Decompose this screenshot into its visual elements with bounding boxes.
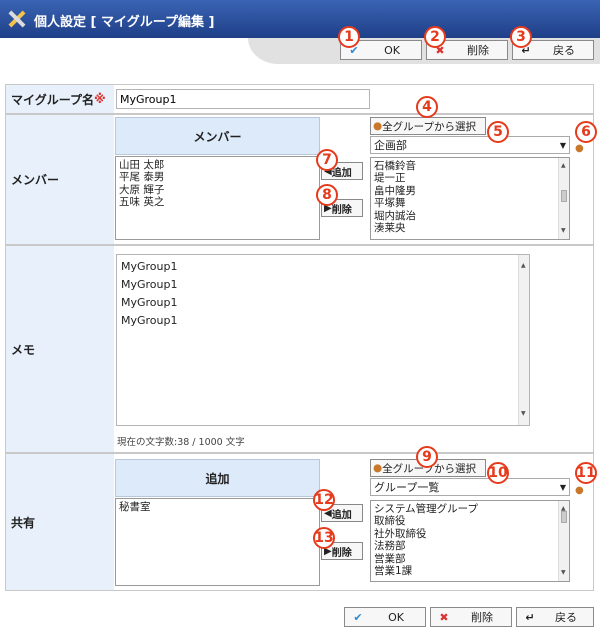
share-list-header: 追加 <box>115 459 320 497</box>
group-name-label: マイグループ名 ※ <box>6 85 114 113</box>
page-title: 個人設定 [ マイグループ編集 ] <box>34 15 215 30</box>
memo-label: メモ <box>6 246 114 452</box>
group-icon: ● <box>373 462 383 474</box>
toolbar <box>0 38 600 64</box>
member-all-groups-button[interactable]: ● 全グループから選択 <box>370 117 486 135</box>
callout-5: 5 <box>487 121 509 143</box>
callout-6: 6 <box>575 121 597 143</box>
footer-delete-button[interactable]: ✖ 削除 <box>430 607 512 627</box>
memo-row: メモ MyGroup1 MyGroup1 MyGroup1 MyGroup1 ▲… <box>5 245 594 453</box>
share-label: 共有 <box>6 454 114 590</box>
memo-line: MyGroup1 <box>121 260 178 273</box>
group-name-input[interactable] <box>116 89 370 109</box>
memo-line: MyGroup1 <box>121 296 178 309</box>
member-label: メンバー <box>6 115 114 244</box>
scrollbar[interactable]: ▲ ▼ <box>518 255 529 425</box>
callout-10: 10 <box>487 462 509 484</box>
scrollbar[interactable]: ▲ ▼ <box>558 158 569 239</box>
share-candidate-list[interactable]: システム管理グループ 取締役 社外取締役 法務部 営業部 営業1課 ▲ ▼ <box>370 500 570 582</box>
scrollbar[interactable]: ▲ ▼ <box>558 501 569 581</box>
member-group-select[interactable]: 企画部 ▼ <box>370 136 570 154</box>
chevron-down-icon: ▼ <box>559 482 566 492</box>
list-item[interactable]: 大原 輝子 <box>119 184 316 196</box>
list-item[interactable]: 石橋鈴音 <box>374 160 566 172</box>
list-item[interactable]: 湊莱央 <box>374 222 566 234</box>
list-item[interactable]: 畠中隆男 <box>374 185 566 197</box>
member-candidate-list[interactable]: 石橋鈴音 堤一正 畠中隆男 平塚舞 堀内誠治 湊莱央 ▲ ▼ <box>370 157 570 240</box>
callout-8: 8 <box>316 184 338 206</box>
list-item[interactable]: 法務部 <box>374 540 566 552</box>
callout-11: 11 <box>575 462 597 484</box>
footer-ok-button[interactable]: ✔ OK <box>344 607 426 627</box>
list-item[interactable]: 取締役 <box>374 515 566 527</box>
list-item[interactable]: 堀内誠治 <box>374 210 566 222</box>
group-icon: ● <box>373 120 383 132</box>
memo-line: MyGroup1 <box>121 314 178 327</box>
list-item[interactable]: 平尾 泰男 <box>119 171 316 183</box>
list-item[interactable]: 営業1課 <box>374 565 566 577</box>
return-arrow-icon: ↵ <box>525 610 535 624</box>
share-selected-list[interactable]: 秘書室 <box>115 498 320 586</box>
list-item[interactable]: 秘書室 <box>119 501 316 513</box>
list-item[interactable]: 社外取締役 <box>374 528 566 540</box>
callout-4: 4 <box>416 96 438 118</box>
member-list-header: メンバー <box>115 117 320 155</box>
check-icon: ✔ <box>353 610 363 624</box>
list-item[interactable]: 山田 太郎 <box>119 159 316 171</box>
callout-1: 1 <box>338 26 360 48</box>
callout-12: 12 <box>313 489 335 511</box>
share-group-select[interactable]: グループ一覧 ▼ <box>370 478 570 496</box>
tools-icon <box>8 10 26 28</box>
list-item[interactable]: 五味 英之 <box>119 196 316 208</box>
member-group-picker-icon[interactable]: ● <box>575 143 584 154</box>
list-item[interactable]: 営業部 <box>374 553 566 565</box>
footer-back-button[interactable]: ↵ 戻る <box>516 607 594 627</box>
member-selected-list[interactable]: 山田 太郎 平尾 泰男 大原 輝子 五味 英之 <box>115 156 320 240</box>
callout-7: 7 <box>316 149 338 171</box>
group-name-row: マイグループ名 ※ <box>5 84 594 114</box>
required-mark: ※ <box>94 92 106 106</box>
callout-9: 9 <box>416 446 438 468</box>
list-item[interactable]: 堤一正 <box>374 172 566 184</box>
callout-2: 2 <box>424 26 446 48</box>
list-item[interactable]: 平塚舞 <box>374 197 566 209</box>
list-item[interactable]: システム管理グループ <box>374 503 566 515</box>
share-group-picker-icon[interactable]: ● <box>575 485 584 496</box>
memo-line: MyGroup1 <box>121 278 178 291</box>
char-counter: 現在の文字数:38 / 1000 文字 <box>117 437 245 448</box>
memo-textarea[interactable]: MyGroup1 MyGroup1 MyGroup1 MyGroup1 ▲ ▼ <box>116 254 530 426</box>
x-icon: ✖ <box>439 610 449 624</box>
chevron-down-icon: ▼ <box>559 140 566 150</box>
callout-3: 3 <box>510 26 532 48</box>
callout-13: 13 <box>313 527 335 549</box>
